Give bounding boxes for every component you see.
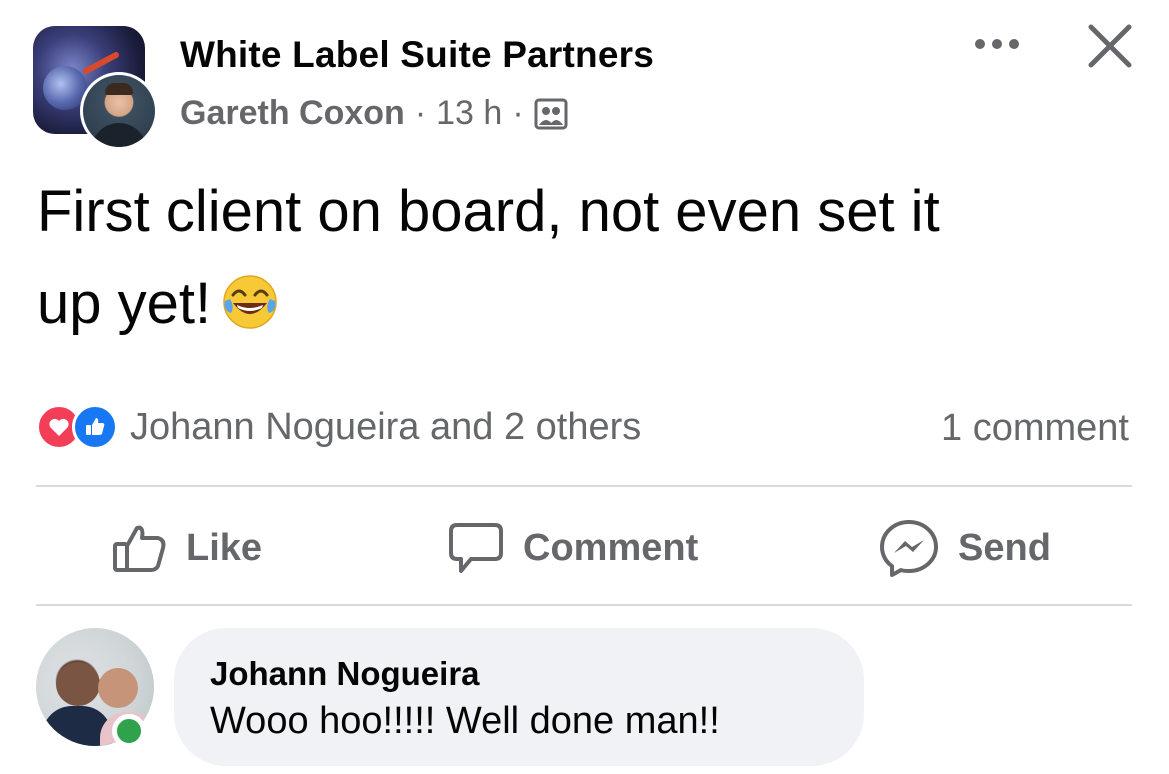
send-label: Send bbox=[958, 526, 1051, 569]
reaction-summary-text[interactable]: Johann Nogueira and 2 others bbox=[130, 406, 641, 449]
comment-label: Comment bbox=[523, 526, 699, 569]
author-avatar[interactable] bbox=[80, 72, 158, 150]
comment-button[interactable]: Comment bbox=[447, 518, 698, 578]
online-status-indicator bbox=[112, 714, 146, 748]
post-text-line: up yet! bbox=[37, 271, 212, 336]
comment-count-link[interactable]: 1 comment bbox=[941, 407, 1129, 450]
like-label: Like bbox=[186, 526, 263, 569]
group-members-icon bbox=[534, 98, 568, 130]
post-text-line: First client on board, not even set it bbox=[37, 179, 940, 244]
comment-bubble[interactable] bbox=[174, 628, 864, 766]
meta-separator: · bbox=[512, 94, 524, 132]
divider bbox=[36, 485, 1132, 487]
like-button[interactable]: Like bbox=[112, 518, 262, 578]
reactions-summary[interactable]: Johann Nogueira and 2 others bbox=[36, 404, 641, 450]
comment-author-link[interactable]: Johann Nogueira bbox=[210, 655, 480, 693]
close-icon bbox=[1088, 24, 1132, 68]
post-timestamp[interactable]: 13 h bbox=[436, 94, 502, 133]
post-meta: Gareth Coxon · 13 h · bbox=[180, 94, 568, 133]
close-button[interactable] bbox=[1086, 22, 1134, 70]
speech-bubble-icon bbox=[449, 523, 503, 573]
comment-text: Wooo hoo!!!!! Well done man!! bbox=[210, 700, 720, 742]
more-dots-icon bbox=[975, 39, 985, 49]
face-with-tears-of-joy-icon bbox=[221, 266, 279, 329]
messenger-icon bbox=[880, 520, 938, 577]
group-name-link[interactable]: White Label Suite Partners bbox=[180, 34, 654, 76]
send-button[interactable]: Send bbox=[878, 518, 1051, 578]
author-name-link[interactable]: Gareth Coxon bbox=[180, 94, 405, 133]
meta-separator: · bbox=[414, 94, 427, 132]
divider bbox=[36, 604, 1132, 606]
thumbs-up-icon bbox=[113, 525, 166, 572]
more-options-button[interactable] bbox=[975, 32, 1027, 56]
like-reaction-icon bbox=[72, 404, 118, 450]
post-text: First client on board, not even set it u… bbox=[37, 166, 1137, 350]
